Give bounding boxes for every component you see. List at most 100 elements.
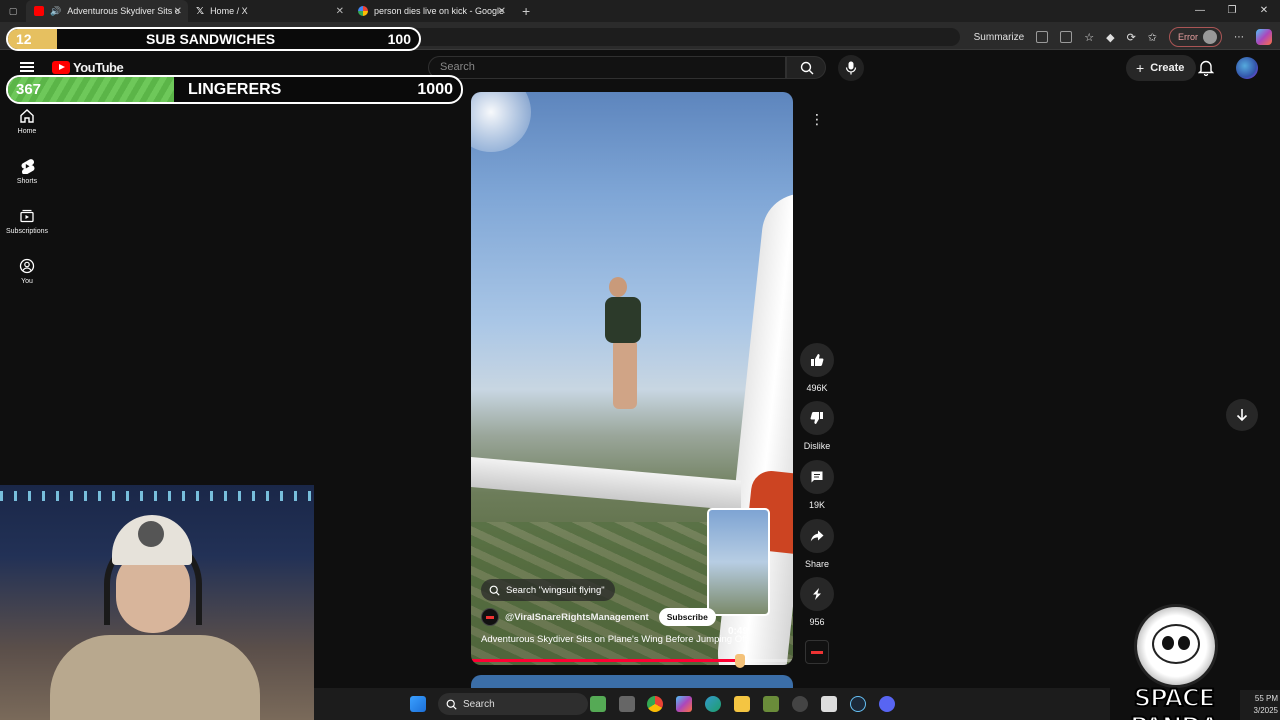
next-video-button[interactable] xyxy=(1226,399,1258,431)
reader-icon[interactable] xyxy=(1036,31,1049,43)
panda-face-icon xyxy=(1152,624,1200,664)
video-title[interactable]: Adventurous Skydiver Sits on Plane's Win… xyxy=(481,634,747,645)
tab-label: Home / X xyxy=(210,6,248,16)
taskbar-search-label: Search xyxy=(463,698,495,710)
browser-tab-strip: ▢ 🔊 Adventurous Skydiver Sits o ✕ 𝕏 Home… xyxy=(0,0,1280,22)
file-explorer-icon[interactable] xyxy=(734,696,750,712)
task-view-icon[interactable] xyxy=(619,696,635,712)
dislike-label: Dislike xyxy=(803,441,831,451)
tab-youtube-short[interactable]: 🔊 Adventurous Skydiver Sits o ✕ xyxy=(26,0,188,22)
related-search-label: Search "wingsuit flying" xyxy=(506,584,605,596)
create-button[interactable]: + Create xyxy=(1126,55,1197,81)
sidebar-item-you[interactable]: You xyxy=(0,246,54,296)
remix-button[interactable] xyxy=(800,577,834,611)
lingerers-target: 1000 xyxy=(417,81,453,98)
windows-start-icon[interactable] xyxy=(410,696,426,712)
like-action[interactable]: 496K xyxy=(797,343,837,393)
remix-action[interactable]: 956 xyxy=(797,577,837,627)
channel-name[interactable]: @ViralSnareRightsManagement xyxy=(505,612,649,623)
sidebar-item-label: Shorts xyxy=(16,177,38,185)
close-tab-icon[interactable]: ✕ xyxy=(498,6,506,17)
close-tab-icon[interactable]: ✕ xyxy=(336,6,344,17)
sidebar-item-shorts[interactable]: Shorts xyxy=(0,146,54,196)
minimize-icon[interactable]: — xyxy=(1184,0,1216,22)
apps-icon[interactable] xyxy=(1060,31,1073,43)
arrow-down-icon xyxy=(1236,409,1248,422)
search-icon xyxy=(489,585,500,596)
sub-goal-overlay: 12 SUB SANDWICHES 100 xyxy=(6,27,421,51)
voice-search-button[interactable] xyxy=(838,55,864,81)
favorite-star-icon[interactable]: ☆ xyxy=(1084,31,1094,44)
sidebar-item-subscriptions[interactable]: Subscriptions xyxy=(0,196,54,246)
tab-x-home[interactable]: 𝕏 Home / X ✕ xyxy=(188,0,350,22)
comments-button[interactable] xyxy=(800,460,834,494)
menu-icon[interactable] xyxy=(20,62,34,72)
space-panda-text: SPACE PANDA xyxy=(1129,683,1220,720)
more-options-icon[interactable]: ⋮ xyxy=(802,104,832,134)
window-controls: — ❐ ✕ xyxy=(1184,0,1280,22)
comments-action[interactable]: 19K xyxy=(797,460,837,510)
copilot-app-icon[interactable] xyxy=(676,696,692,712)
new-tab-icon[interactable]: + xyxy=(522,3,530,19)
refresh-icon[interactable]: ⟳ xyxy=(1127,31,1136,44)
panda-eye xyxy=(1178,636,1190,650)
profile-error-button[interactable]: Error xyxy=(1169,27,1222,47)
speaker-icon[interactable]: 🔊 xyxy=(50,6,61,17)
dislike-button[interactable] xyxy=(800,401,834,435)
hand-cursor-icon xyxy=(735,654,745,668)
account-avatar[interactable] xyxy=(1236,57,1258,79)
youtube-logo[interactable]: YouTube xyxy=(52,60,124,75)
search-icon xyxy=(800,61,814,75)
taskbar-search[interactable]: Search xyxy=(438,693,588,715)
capcut-icon[interactable] xyxy=(821,696,837,712)
close-tab-icon[interactable]: ✕ xyxy=(174,6,182,17)
video-skydiver xyxy=(599,277,659,417)
space-panda-logo: SPACE PANDA xyxy=(1108,598,1240,720)
obs-icon[interactable] xyxy=(792,696,808,712)
channel-avatar[interactable] xyxy=(481,608,499,626)
channel-row: @ViralSnareRightsManagement Subscribe xyxy=(481,608,716,626)
copilot-icon[interactable] xyxy=(1256,29,1272,45)
search-input[interactable]: Search xyxy=(428,56,786,79)
close-window-icon[interactable]: ✕ xyxy=(1248,0,1280,22)
browser-toolbar: Summarize ☆ ◆ ⟳ ✩ Error ⋯ xyxy=(974,27,1272,47)
error-label: Error xyxy=(1178,32,1198,42)
tab-label: person dies live on kick - Google xyxy=(374,6,505,16)
favorites-icon[interactable]: ✩ xyxy=(1148,31,1157,44)
share-label: Share xyxy=(804,559,830,569)
lingerers-title: LINGERERS xyxy=(188,81,282,98)
restore-icon[interactable]: ❐ xyxy=(1216,0,1248,22)
extension-icon[interactable]: ◆ xyxy=(1106,31,1114,44)
sidebar-item-label: Home xyxy=(17,127,37,135)
create-label: Create xyxy=(1150,62,1185,74)
chrome-icon[interactable] xyxy=(647,696,663,712)
related-search-chip[interactable]: Search "wingsuit flying" xyxy=(481,579,615,601)
like-count: 496K xyxy=(806,383,828,393)
comment-icon xyxy=(811,471,823,483)
profile-avatar xyxy=(1203,30,1217,44)
dislike-action[interactable]: Dislike xyxy=(797,401,837,451)
more-menu-icon[interactable]: ⋯ xyxy=(1234,32,1244,43)
search-button[interactable] xyxy=(786,56,826,79)
taskbar-clock[interactable]: 55 PM 3/2025 xyxy=(1240,690,1280,720)
share-action[interactable]: Share xyxy=(797,519,837,569)
share-button[interactable] xyxy=(800,519,834,553)
discord-icon[interactable] xyxy=(879,696,895,712)
streamer-shirt xyxy=(50,635,260,720)
shorts-video-player[interactable]: 0:49 Search "wingsuit flying" @ViralSnar… xyxy=(471,92,793,665)
sound-channel-thumbnail[interactable] xyxy=(805,640,829,664)
notifications-bell-icon[interactable] xyxy=(1198,59,1214,76)
tab-actions-icon[interactable]: ▢ xyxy=(0,6,26,17)
like-button[interactable] xyxy=(800,343,834,377)
steam-icon[interactable] xyxy=(850,696,866,712)
summarize-button[interactable]: Summarize xyxy=(974,32,1025,43)
tab-label: Adventurous Skydiver Sits o xyxy=(67,6,180,16)
sub-goal-title: SUB SANDWICHES xyxy=(146,31,276,47)
minecraft-icon[interactable] xyxy=(763,696,779,712)
edge-icon[interactable] xyxy=(705,696,721,712)
mini-guide-sidebar: Home Shorts Subscriptions You xyxy=(0,96,54,296)
subscribe-button[interactable]: Subscribe xyxy=(658,608,716,626)
x-favicon-icon: 𝕏 xyxy=(196,5,205,17)
tab-google-search[interactable]: person dies live on kick - Google ✕ xyxy=(350,0,512,22)
widgets-icon[interactable] xyxy=(590,696,606,712)
